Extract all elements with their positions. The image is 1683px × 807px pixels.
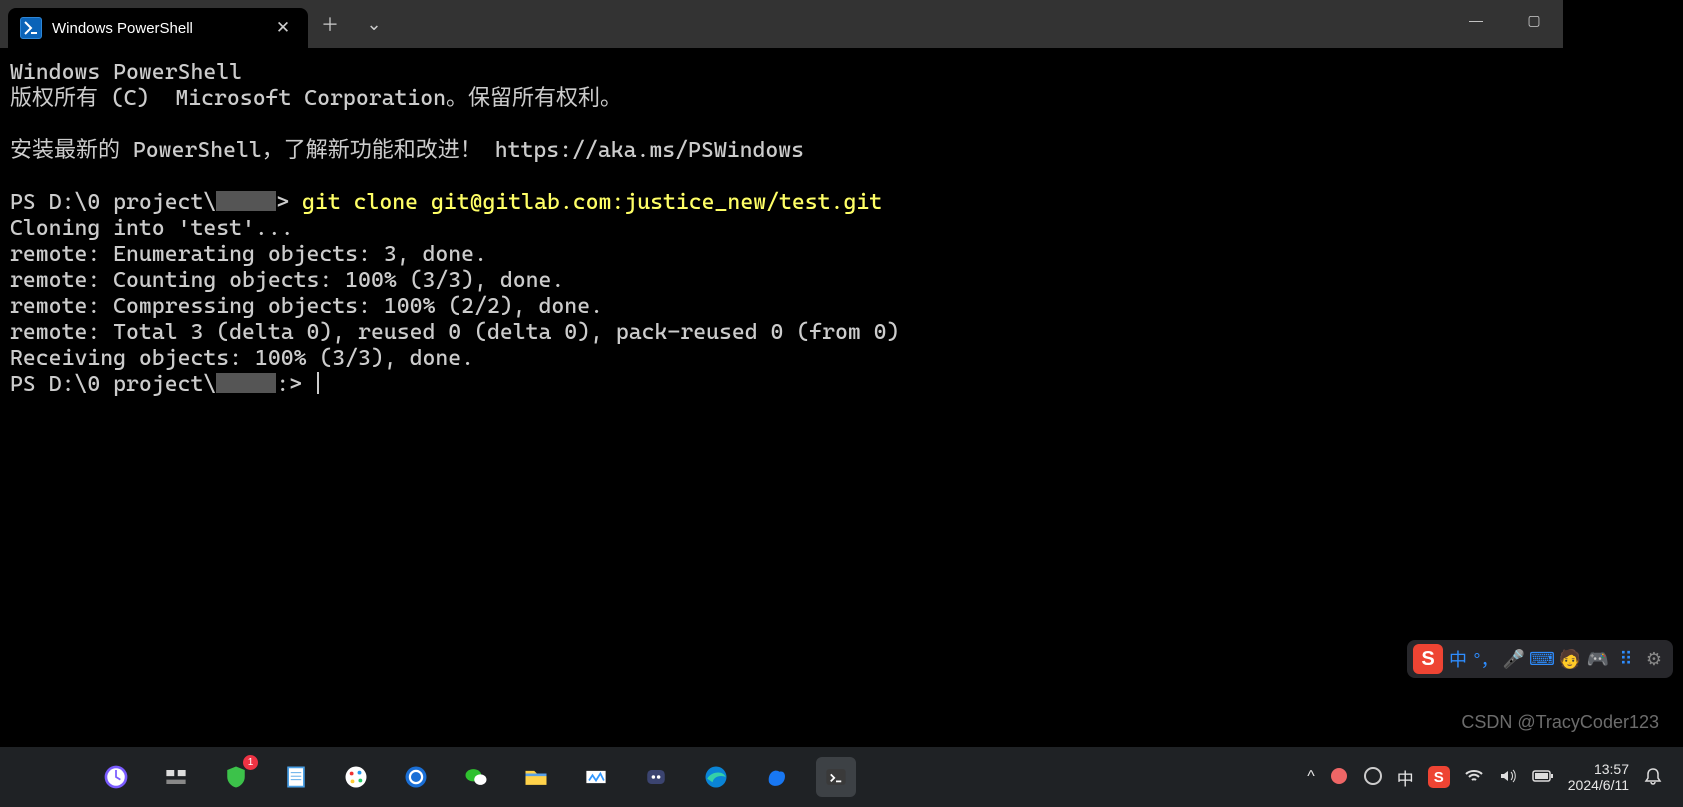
tab-title: Windows PowerShell bbox=[52, 20, 193, 37]
tray-wifi-icon[interactable] bbox=[1464, 766, 1484, 789]
term-line: Receiving objects: 100% (3/3), done. bbox=[10, 346, 474, 371]
taskbar-app-snip[interactable] bbox=[576, 757, 616, 797]
redacted-segment bbox=[216, 373, 276, 393]
minimize-button[interactable]: — bbox=[1447, 0, 1505, 40]
term-line: 版权所有 (C) Microsoft Corporation。保留所有权利。 bbox=[10, 86, 622, 111]
taskbar-app-explorer[interactable] bbox=[516, 757, 556, 797]
term-line: Cloning into 'test'... bbox=[10, 216, 294, 241]
system-tray: ^ 中 S 13:57 2024/6/11 bbox=[1307, 761, 1683, 793]
taskbar-app-discord[interactable] bbox=[636, 757, 676, 797]
ime-game-button[interactable]: 🎮 bbox=[1585, 646, 1611, 672]
taskbar-app-copilot[interactable] bbox=[756, 757, 796, 797]
term-line: remote: Total 3 (delta 0), reused 0 (del… bbox=[10, 320, 899, 345]
taskbar-app-cortana[interactable] bbox=[396, 757, 436, 797]
ime-person-button[interactable]: 🧑 bbox=[1557, 646, 1583, 672]
sogou-icon[interactable]: S bbox=[1413, 644, 1443, 674]
ime-mic-button[interactable]: 🎤 bbox=[1501, 646, 1527, 672]
taskbar-taskview[interactable] bbox=[156, 757, 196, 797]
tray-battery-icon[interactable] bbox=[1532, 769, 1554, 786]
taskbar[interactable]: 1 ^ bbox=[0, 747, 1683, 807]
tab-dropdown-button[interactable]: ⌄ bbox=[352, 4, 396, 44]
term-line: remote: Counting objects: 100% (3/3), do… bbox=[10, 268, 564, 293]
tab-strip: Windows PowerShell ✕ bbox=[0, 0, 308, 48]
prompt-path: PS D:\0 project\ bbox=[10, 372, 216, 397]
term-line: remote: Compressing objects: 100% (2/2),… bbox=[10, 294, 603, 319]
tab-actions: ＋ ⌄ bbox=[308, 0, 396, 48]
tray-clock[interactable]: 13:57 2024/6/11 bbox=[1568, 761, 1629, 793]
taskbar-app-paint[interactable] bbox=[336, 757, 376, 797]
tab-close-button[interactable]: ✕ bbox=[272, 18, 294, 38]
powershell-icon bbox=[20, 17, 42, 39]
ime-settings-button[interactable]: ⚙ bbox=[1641, 646, 1667, 672]
ime-punct-button[interactable]: °， bbox=[1473, 646, 1499, 672]
term-line: Windows PowerShell bbox=[10, 60, 242, 85]
ime-toolbar[interactable]: S 中 °， 🎤 ⌨ 🧑 🎮 ⠿ ⚙ bbox=[1407, 640, 1673, 678]
ime-grid-button[interactable]: ⠿ bbox=[1613, 646, 1639, 672]
command-text: git clone git@gitlab.com:justice_new/tes… bbox=[302, 190, 882, 215]
term-line: remote: Enumerating objects: 3, done. bbox=[10, 242, 487, 267]
terminal-window: Windows PowerShell ✕ ＋ ⌄ — ▢ Windows Pow… bbox=[0, 0, 1563, 688]
ime-keyboard-button[interactable]: ⌨ bbox=[1529, 646, 1555, 672]
window-controls: — ▢ bbox=[1447, 0, 1563, 48]
tray-notifications-icon[interactable] bbox=[1643, 766, 1663, 789]
tray-ime-indicator[interactable]: 中 bbox=[1397, 765, 1414, 790]
taskbar-clock-widget[interactable] bbox=[96, 757, 136, 797]
taskbar-app-terminal[interactable] bbox=[816, 757, 856, 797]
ime-lang-button[interactable]: 中 bbox=[1445, 646, 1471, 672]
taskbar-app-notepad[interactable] bbox=[276, 757, 316, 797]
prompt-arrow: > bbox=[276, 190, 302, 215]
watermark-text: CSDN @TracyCoder123 bbox=[1461, 712, 1659, 733]
tray-sogou-icon[interactable]: S bbox=[1428, 766, 1450, 788]
taskbar-app-edge[interactable] bbox=[696, 757, 736, 797]
maximize-button[interactable]: ▢ bbox=[1505, 0, 1563, 40]
tray-overflow-button[interactable]: ^ bbox=[1307, 768, 1315, 786]
taskbar-apps: 1 bbox=[96, 757, 856, 797]
term-line: 安装最新的 PowerShell，了解新功能和改进！ https://aka.m… bbox=[10, 138, 804, 163]
redacted-segment bbox=[216, 191, 276, 211]
title-bar[interactable]: Windows PowerShell ✕ ＋ ⌄ — ▢ bbox=[0, 0, 1563, 48]
tray-volume-icon[interactable] bbox=[1498, 766, 1518, 789]
tab-powershell[interactable]: Windows PowerShell ✕ bbox=[8, 8, 308, 48]
badge: 1 bbox=[243, 755, 258, 770]
taskbar-app-wechat[interactable] bbox=[456, 757, 496, 797]
tray-date: 2024/6/11 bbox=[1568, 777, 1629, 793]
cursor bbox=[317, 372, 319, 394]
tray-cloud-icon[interactable] bbox=[1363, 766, 1383, 789]
terminal-output[interactable]: Windows PowerShell 版权所有 (C) Microsoft Co… bbox=[0, 48, 1563, 688]
tray-time: 13:57 bbox=[1568, 761, 1629, 777]
new-tab-button[interactable]: ＋ bbox=[308, 4, 352, 44]
tray-security-icon[interactable] bbox=[1329, 766, 1349, 789]
prompt-path: PS D:\0 project\ bbox=[10, 190, 216, 215]
prompt-arrow: :> bbox=[276, 372, 315, 397]
taskbar-app-firewall[interactable]: 1 bbox=[216, 757, 256, 797]
